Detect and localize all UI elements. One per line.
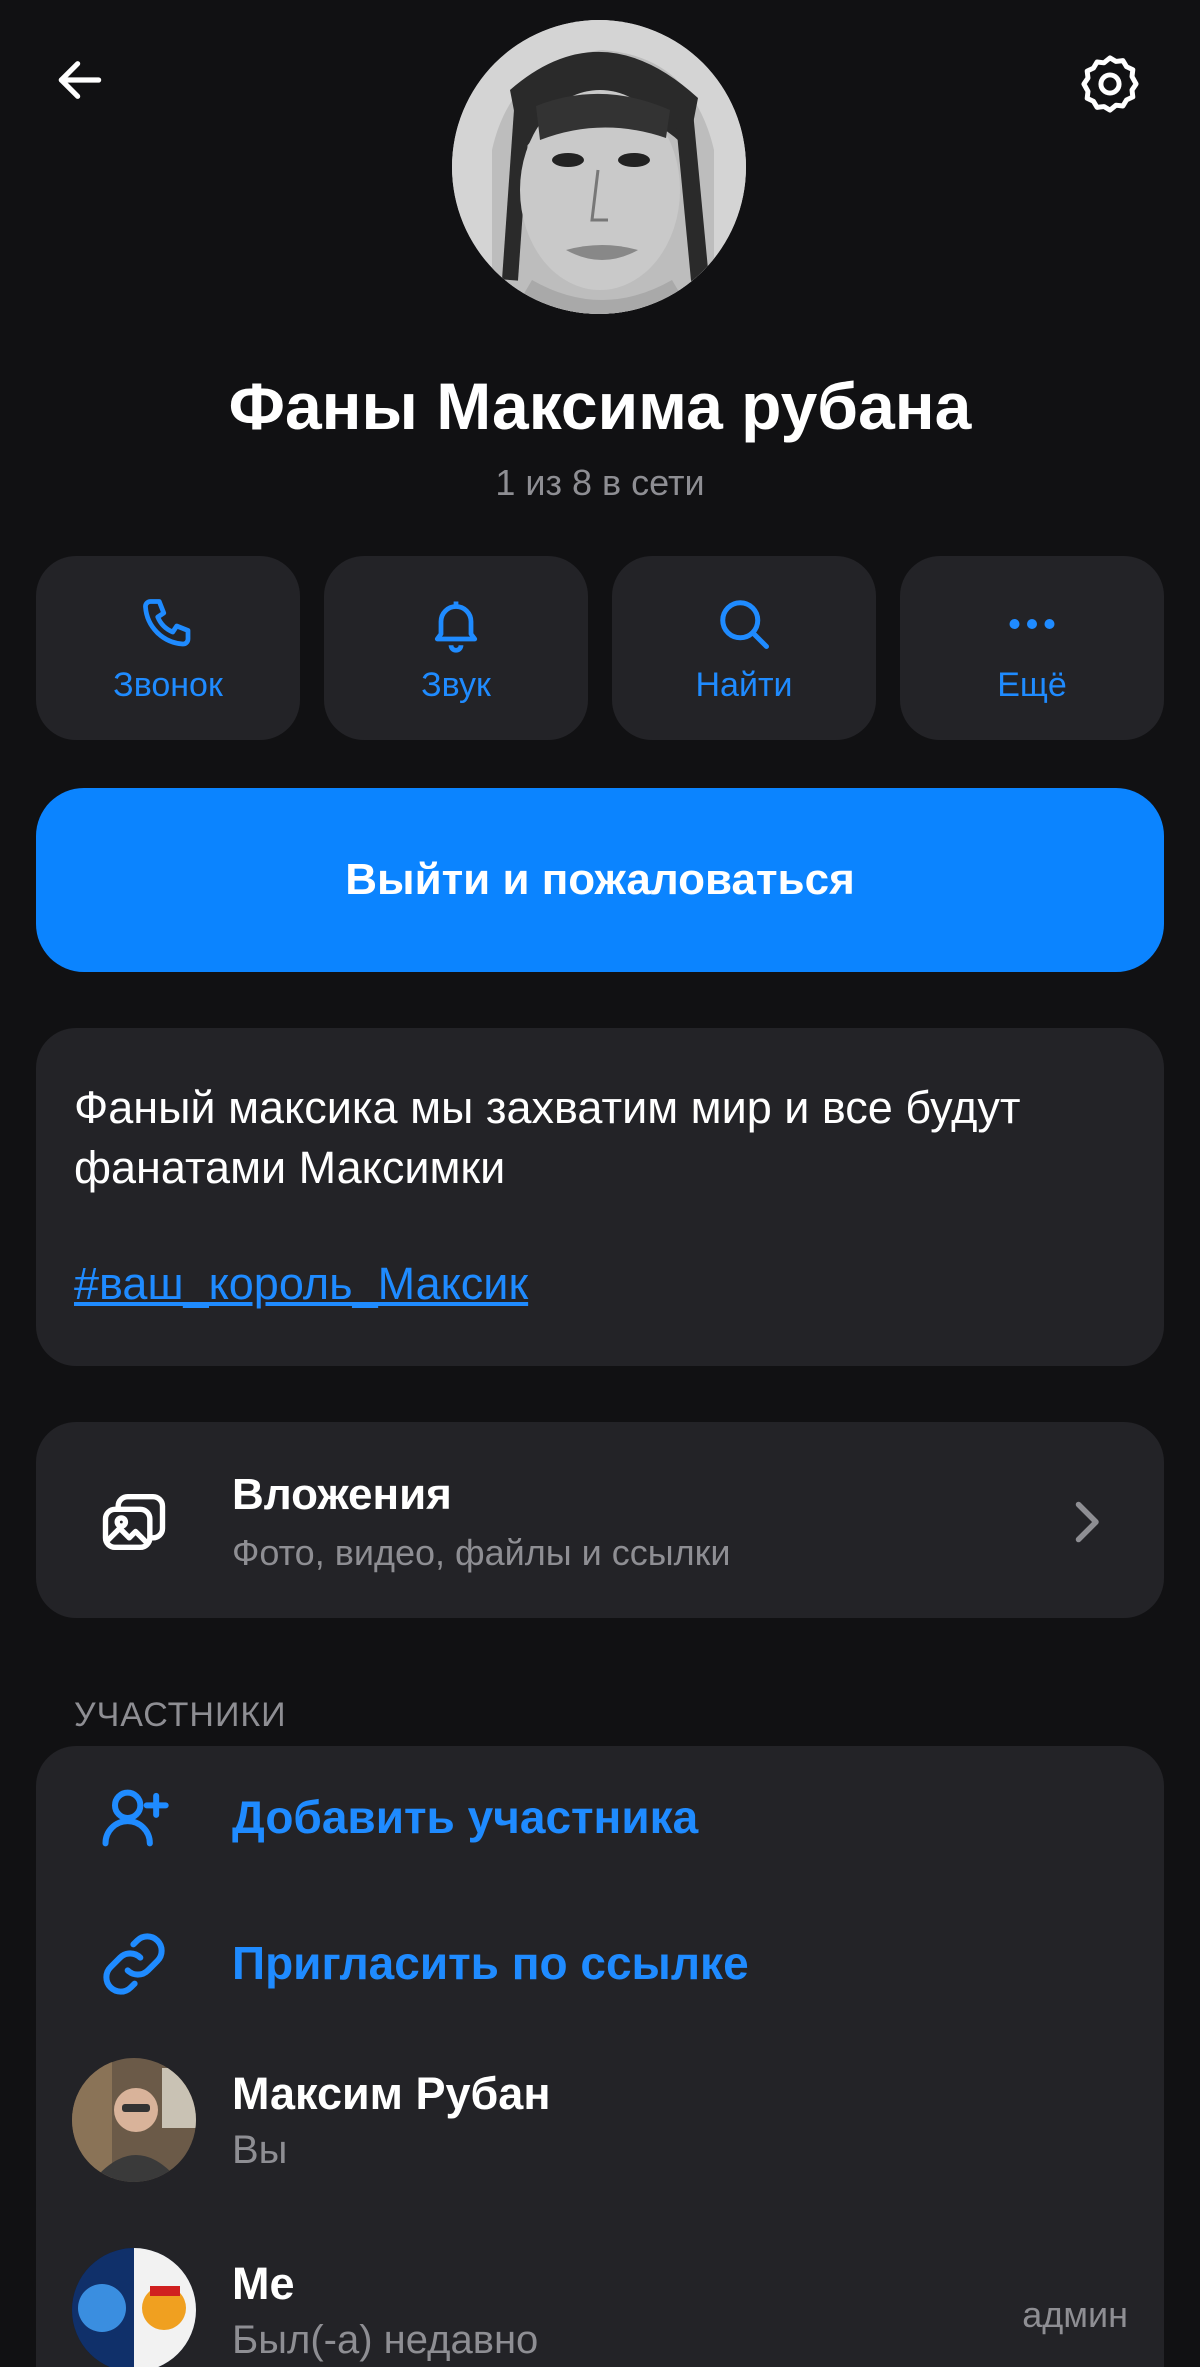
- attachments-title: Вложения: [232, 1470, 452, 1519]
- sound-label: Звук: [421, 665, 491, 704]
- member-name: Максим Рубан: [232, 2068, 551, 2119]
- chat-profile-screen: Фаны Максима рубана 1 из 8 в сети Звонок…: [0, 0, 1200, 2367]
- back-button[interactable]: [40, 40, 120, 120]
- member-row[interactable]: Me Был(-а) недавно админ: [36, 2236, 1164, 2367]
- members-card: Добавить участника Пригласить по ссылке: [36, 1746, 1164, 2367]
- search-button[interactable]: Найти: [612, 556, 876, 740]
- description-text: Фаный максика мы захватим мир и все буду…: [74, 1082, 1021, 1193]
- attachments-subtitle: Фото, видео, файлы и ссылки: [232, 1532, 731, 1573]
- call-label: Звонок: [113, 665, 223, 704]
- members-section-label: УЧАСТНИКИ: [74, 1696, 287, 1734]
- member-status: Вы: [232, 2128, 288, 2172]
- add-member-row[interactable]: Добавить участника: [36, 1746, 1164, 1886]
- invite-link-label: Пригласить по ссылке: [232, 1937, 749, 1989]
- invite-link-row[interactable]: Пригласить по ссылке: [36, 1892, 1164, 2032]
- settings-button[interactable]: [1070, 44, 1150, 124]
- phone-icon: [143, 598, 191, 646]
- search-icon: [720, 599, 769, 649]
- chat-title: Фаны Максима рубана: [228, 369, 972, 443]
- online-status: 1 из 8 в сети: [495, 462, 705, 503]
- attachments-row[interactable]: Вложения Фото, видео, файлы и ссылки: [36, 1422, 1164, 1618]
- add-member-label: Добавить участника: [232, 1791, 699, 1843]
- member-status: Был(-а) недавно: [232, 2318, 539, 2362]
- description-card: Фаный максика мы захватим мир и все буду…: [36, 1028, 1164, 1366]
- member-row[interactable]: Максим Рубан Вы: [36, 2046, 1164, 2186]
- group-avatar-image: [452, 20, 746, 314]
- hashtag-link[interactable]: #ваш_король_Максик: [74, 1258, 528, 1310]
- search-label: Найти: [695, 665, 793, 704]
- group-avatar[interactable]: [452, 20, 746, 314]
- action-bar: Звонок Звук Найти Ещё: [36, 556, 1164, 740]
- leave-and-report-button[interactable]: Выйти и пожаловаться: [36, 788, 1164, 972]
- call-button[interactable]: Звонок: [36, 556, 300, 740]
- sound-button[interactable]: Звук: [324, 556, 588, 740]
- more-button[interactable]: Ещё: [900, 556, 1164, 740]
- arrow-left-icon: [58, 61, 102, 99]
- add-user-icon: [102, 1789, 169, 1847]
- more-label: Ещё: [997, 665, 1067, 704]
- chevron-right-icon: [1075, 1501, 1099, 1543]
- avatar: [72, 2248, 196, 2367]
- bell-icon: [434, 601, 478, 653]
- link-icon: [103, 1933, 165, 1995]
- avatar: [72, 2058, 196, 2182]
- member-role-badge: админ: [1022, 2294, 1128, 2335]
- gear-icon: [1081, 55, 1139, 113]
- more-dots-icon: [1009, 618, 1055, 629]
- gallery-icon: [102, 1493, 166, 1551]
- member-name: Me: [232, 2258, 295, 2309]
